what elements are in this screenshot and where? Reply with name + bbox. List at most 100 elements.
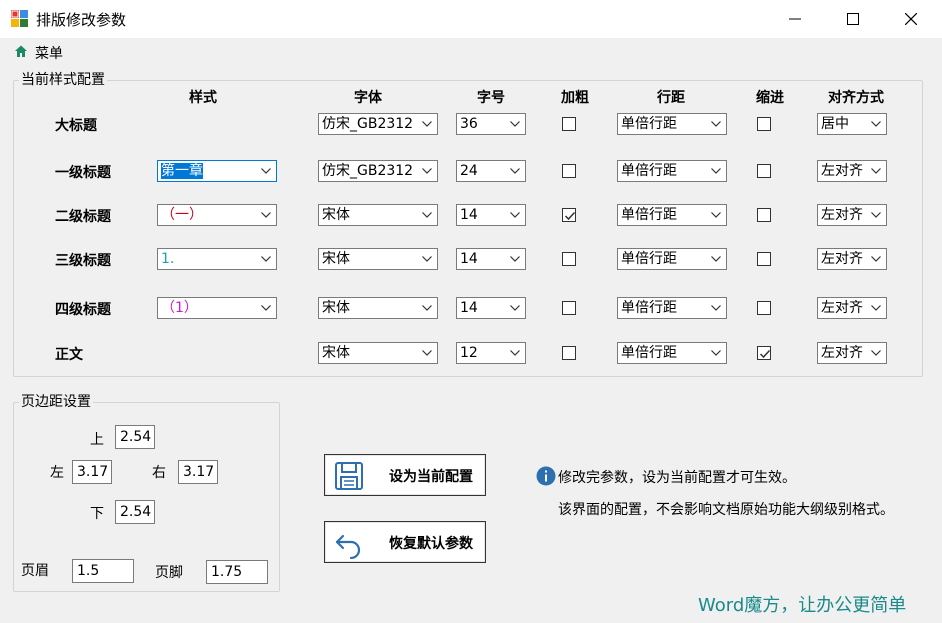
- header-distance-input[interactable]: 1.5: [72, 559, 134, 583]
- chevron-down-icon: [711, 305, 721, 311]
- font-combo[interactable]: 仿宋_GB2312: [318, 113, 438, 135]
- font-combo[interactable]: 宋体: [318, 204, 438, 226]
- font-combo[interactable]: 宋体: [318, 248, 438, 270]
- close-button[interactable]: [882, 0, 940, 38]
- style-combo-value: 1.: [161, 251, 175, 267]
- indent-checkbox[interactable]: [757, 346, 771, 360]
- align-combo[interactable]: 左对齐: [817, 248, 887, 270]
- minimize-button[interactable]: [766, 0, 824, 38]
- line-spacing-combo[interactable]: 单倍行距: [617, 160, 727, 182]
- restore-default-label: 恢复默认参数: [389, 536, 473, 552]
- size-combo[interactable]: 24: [456, 160, 526, 182]
- chevron-down-icon: [711, 168, 721, 174]
- align-combo-value: 左对齐: [821, 207, 863, 223]
- size-combo-value: 24: [460, 163, 478, 179]
- style-config-legend: 当前样式配置: [19, 69, 107, 89]
- font-combo[interactable]: 宋体: [318, 342, 438, 364]
- menu-bar: [0, 38, 942, 64]
- footer-distance-input[interactable]: 1.75: [206, 560, 268, 584]
- maximize-button[interactable]: [824, 0, 882, 38]
- align-combo-value: 左对齐: [821, 251, 863, 267]
- margin-bottom-input[interactable]: 2.54: [115, 500, 155, 524]
- set-current-config-label: 设为当前配置: [389, 469, 473, 485]
- chevron-down-icon: [711, 121, 721, 127]
- chevron-down-icon: [871, 256, 881, 262]
- size-combo[interactable]: 14: [456, 248, 526, 270]
- indent-checkbox[interactable]: [757, 208, 771, 222]
- line-spacing-combo[interactable]: 单倍行距: [617, 113, 727, 135]
- margin-right-input[interactable]: 3.17: [178, 460, 218, 484]
- size-combo[interactable]: 14: [456, 297, 526, 319]
- header-font: 字体: [354, 90, 382, 106]
- style-combo[interactable]: 第一章: [157, 160, 277, 182]
- row-label: 三级标题: [55, 253, 111, 269]
- align-combo-value: 居中: [821, 116, 849, 132]
- info-text-line2: 该界面的配置，不会影响文档原始功能大纲级别格式。: [558, 502, 894, 518]
- bold-checkbox[interactable]: [562, 117, 576, 131]
- size-combo[interactable]: 12: [456, 342, 526, 364]
- chevron-down-icon: [510, 168, 520, 174]
- check-icon: [564, 211, 576, 221]
- align-combo[interactable]: 左对齐: [817, 160, 887, 182]
- check-icon: [759, 349, 771, 359]
- chevron-down-icon: [871, 212, 881, 218]
- style-combo[interactable]: （一）: [157, 204, 277, 226]
- margin-left-input[interactable]: 3.17: [72, 460, 112, 484]
- chevron-down-icon: [261, 305, 271, 311]
- save-icon: [335, 462, 363, 490]
- header-indent: 缩进: [756, 90, 784, 106]
- header-spacing: 行距: [657, 90, 685, 106]
- chevron-down-icon: [422, 256, 432, 262]
- align-combo[interactable]: 左对齐: [817, 297, 887, 319]
- maximize-icon: [847, 13, 859, 25]
- indent-checkbox[interactable]: [757, 301, 771, 315]
- restore-default-button[interactable]: 恢复默认参数: [324, 521, 486, 563]
- font-combo-value: 宋体: [322, 207, 350, 223]
- bold-checkbox[interactable]: [562, 252, 576, 266]
- line-spacing-combo[interactable]: 单倍行距: [617, 342, 727, 364]
- style-combo[interactable]: （1）: [157, 297, 277, 319]
- indent-checkbox[interactable]: [757, 117, 771, 131]
- line-spacing-combo[interactable]: 单倍行距: [617, 297, 727, 319]
- margin-left-label: 左: [50, 465, 64, 481]
- font-combo-value: 宋体: [322, 345, 350, 361]
- chevron-down-icon: [871, 350, 881, 356]
- line-spacing-combo[interactable]: 单倍行距: [617, 204, 727, 226]
- chevron-down-icon: [422, 121, 432, 127]
- app-icon: [11, 10, 29, 28]
- row-label: 一级标题: [55, 165, 111, 181]
- indent-checkbox[interactable]: [757, 252, 771, 266]
- align-combo[interactable]: 居中: [817, 113, 887, 135]
- bold-checkbox[interactable]: [562, 301, 576, 315]
- align-combo[interactable]: 左对齐: [817, 342, 887, 364]
- chevron-down-icon: [711, 212, 721, 218]
- font-combo-value: 宋体: [322, 251, 350, 267]
- font-combo[interactable]: 仿宋_GB2312: [318, 160, 438, 182]
- size-combo[interactable]: 36: [456, 113, 526, 135]
- bold-checkbox[interactable]: [562, 164, 576, 178]
- font-combo-value: 宋体: [322, 300, 350, 316]
- chevron-down-icon: [871, 305, 881, 311]
- align-combo-value: 左对齐: [821, 345, 863, 361]
- chevron-down-icon: [510, 212, 520, 218]
- margin-top-input[interactable]: 2.54: [115, 425, 155, 449]
- align-combo[interactable]: 左对齐: [817, 204, 887, 226]
- bold-checkbox[interactable]: [562, 208, 576, 222]
- bold-checkbox[interactable]: [562, 346, 576, 360]
- font-combo-value: 仿宋_GB2312: [322, 163, 414, 179]
- menu-item-menu[interactable]: 菜单: [35, 43, 63, 63]
- line-spacing-combo[interactable]: 单倍行距: [617, 248, 727, 270]
- header-size: 字号: [477, 90, 505, 106]
- line-spacing-value: 单倍行距: [621, 207, 677, 223]
- footer-distance-label: 页脚: [155, 565, 183, 581]
- set-current-config-button[interactable]: 设为当前配置: [324, 454, 486, 496]
- margin-top-label: 上: [90, 432, 104, 448]
- size-combo[interactable]: 14: [456, 204, 526, 226]
- font-combo[interactable]: 宋体: [318, 297, 438, 319]
- style-combo-value: 第一章: [161, 163, 203, 179]
- indent-checkbox[interactable]: [757, 164, 771, 178]
- style-combo[interactable]: 1.: [157, 248, 277, 270]
- size-combo-value: 14: [460, 300, 478, 316]
- chevron-down-icon: [871, 168, 881, 174]
- row-label: 四级标题: [55, 302, 111, 318]
